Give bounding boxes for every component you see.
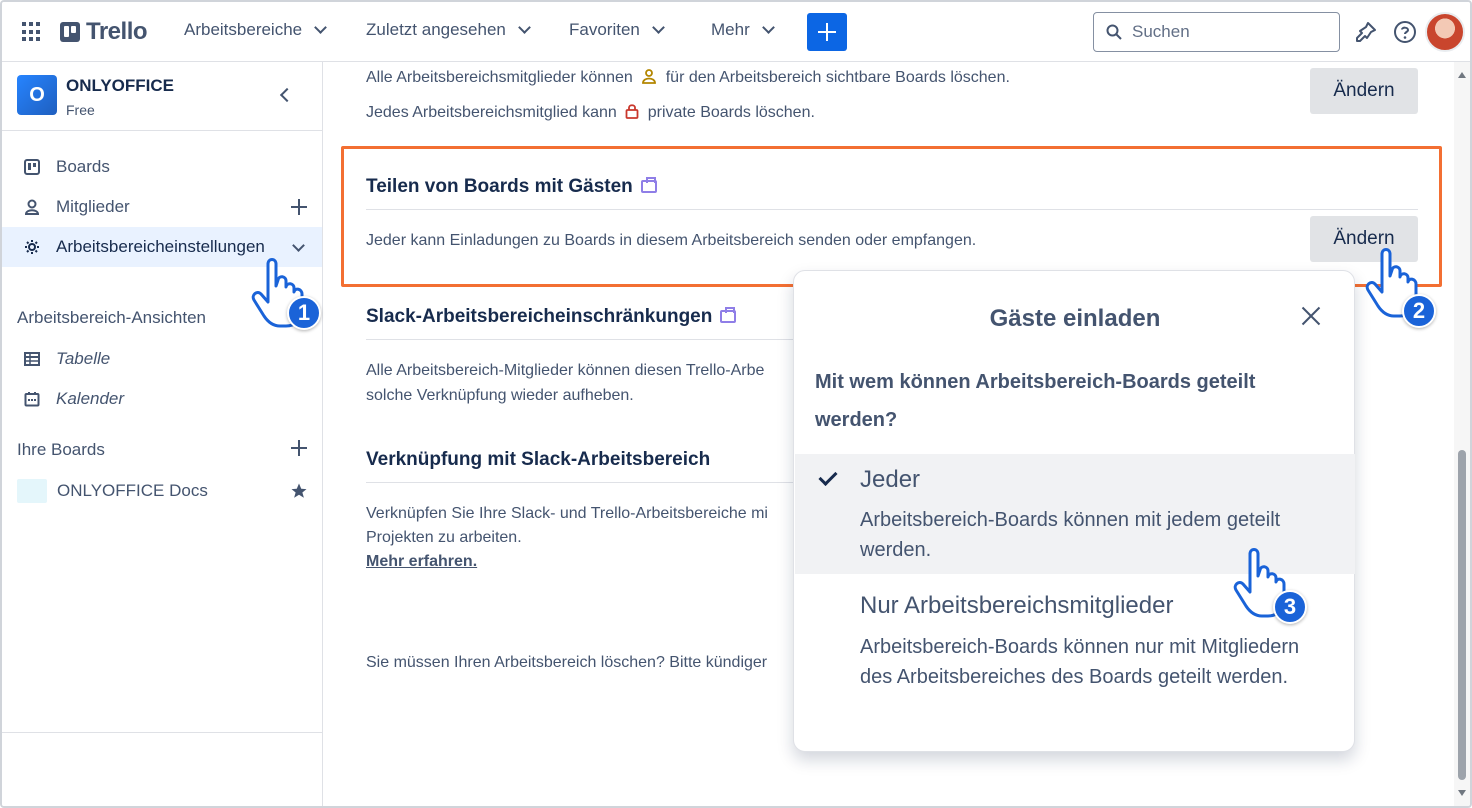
scroll-down-icon[interactable] [1458, 790, 1466, 796]
slack-restrictions-line-2: solche Verknüpfung wieder aufheben. [366, 387, 634, 404]
chevron-down-icon [652, 21, 665, 34]
guest-sharing-title-text: Teilen von Boards mit Gästen [366, 176, 633, 197]
logo-text: Trello [86, 18, 148, 45]
check-icon [818, 466, 838, 487]
nav-favorites-label: Favoriten [569, 20, 640, 39]
step-badge-1: 1 [287, 296, 321, 330]
lock-icon [625, 104, 639, 119]
trello-logo[interactable]: Trello [60, 18, 148, 46]
sidebar-divider [2, 732, 322, 733]
invite-guests-popover: Gäste einladen Mit wem können Arbeitsber… [793, 270, 1355, 752]
star-icon[interactable] [290, 482, 308, 500]
notifications-icon[interactable] [1354, 20, 1378, 44]
sidebar-item-label: Arbeitsbereicheinstellungen [56, 237, 265, 256]
user-avatar[interactable] [1425, 12, 1465, 52]
search-box[interactable] [1093, 12, 1340, 52]
section-divider [366, 209, 1418, 210]
chevron-down-icon [761, 21, 775, 34]
nav-recent-label: Zuletzt angesehen [366, 20, 506, 39]
person-icon [24, 199, 40, 215]
gear-icon [25, 240, 39, 254]
board-label: ONLYOFFICE Docs [57, 481, 208, 500]
add-member-icon[interactable] [291, 199, 307, 215]
workspace-header: O ONLYOFFICE Free [2, 62, 322, 131]
trello-board-icon [60, 22, 80, 42]
top-header: Trello Arbeitsbereiche Zuletzt angesehen… [2, 2, 1470, 62]
popover-question: Mit wem können Arbeitsbereich-Boards get… [815, 371, 1256, 431]
nav-recent[interactable]: Zuletzt angesehen [366, 20, 531, 40]
sidebar-item-label: Tabelle [56, 349, 111, 368]
create-button[interactable] [807, 13, 847, 51]
scroll-up-icon[interactable] [1458, 72, 1466, 78]
scroll-thumb[interactable] [1458, 450, 1466, 780]
nav-more-label: Mehr [711, 20, 750, 39]
sidebar-item-boards[interactable]: Boards [2, 147, 322, 187]
slack-link-line-1: Verknüpfen Sie Ihre Slack- und Trello-Ar… [366, 505, 768, 522]
step-badge-3: 3 [1273, 590, 1307, 624]
sidebar-item-label: Kalender [56, 389, 125, 408]
slack-link-title: Verknüpfung mit Slack-Arbeitsbereich [366, 449, 711, 470]
nav-more[interactable]: Mehr [711, 20, 775, 40]
option-title: Nur Arbeitsbereichsmitglieder [860, 592, 1174, 619]
workspace-name: ONLYOFFICE [66, 76, 174, 95]
section-divider [366, 339, 796, 340]
scrollbar[interactable] [1454, 62, 1470, 806]
option-desc: Arbeitsbereich-Boards können nur mit Mit… [860, 636, 1300, 688]
sidebar-board-item[interactable]: ONLYOFFICE Docs [2, 471, 322, 511]
sidebar-item-members[interactable]: Mitglieder [2, 187, 322, 227]
chevron-down-icon[interactable] [292, 239, 305, 252]
calendar-icon [24, 392, 40, 407]
deletion-line1-pre: Alle Arbeitsbereichsmitglieder können [366, 69, 633, 86]
popover-title: Gäste einladen [989, 305, 1161, 332]
search-input[interactable] [1132, 22, 1322, 42]
board-thumbnail [17, 479, 47, 503]
views-heading: Arbeitsbereich-Ansichten [17, 308, 206, 327]
board-icon [24, 159, 40, 175]
guest-sharing-desc: Jeder kann Einladungen zu Boards in dies… [366, 232, 977, 249]
nav-workspaces-label: Arbeitsbereiche [184, 20, 303, 39]
slack-restrictions-line-1: Alle Arbeitsbereich-Mitglieder können di… [366, 362, 765, 379]
nav-favorites[interactable]: Favoriten [569, 20, 665, 40]
deletion-rule-line-1: Alle Arbeitsbereichsmitglieder können fü… [366, 66, 1010, 90]
app-window: Trello Arbeitsbereiche Zuletzt angesehen… [0, 0, 1472, 808]
search-icon [1106, 24, 1122, 40]
enterprise-icon [640, 177, 657, 194]
workspace-logo: O [17, 75, 57, 115]
deletion-line1-post: für den Arbeitsbereich sichtbare Boards … [665, 69, 1010, 86]
slack-restrictions-title-text: Slack-Arbeitsbereicheinschränkungen [366, 306, 713, 327]
option-title: Jeder [860, 466, 921, 493]
collapse-sidebar-icon[interactable] [279, 87, 295, 103]
chevron-down-icon [314, 21, 327, 34]
people-icon [642, 69, 657, 84]
sidebar-item-table[interactable]: Tabelle [2, 339, 322, 379]
add-board-icon[interactable] [291, 440, 307, 456]
change-deletion-button[interactable]: Ändern [1310, 68, 1418, 114]
table-icon [24, 352, 40, 366]
chevron-down-icon [518, 21, 531, 34]
deletion-rule-line-2: Jedes Arbeitsbereichsmitglied kann priva… [366, 101, 815, 125]
highlight-frame [341, 146, 1442, 287]
guest-sharing-title: Teilen von Boards mit Gästen [366, 176, 657, 198]
section-divider [366, 482, 796, 483]
enterprise-icon [720, 307, 737, 324]
nav-workspaces[interactable]: Arbeitsbereiche [184, 20, 327, 40]
slack-restrictions-title: Slack-Arbeitsbereicheinschränkungen [366, 306, 737, 328]
delete-workspace-text: Sie müssen Ihren Arbeitsbereich löschen?… [366, 654, 768, 671]
sidebar-item-label: Mitglieder [56, 197, 130, 216]
slack-link-line-2: Projekten zu arbeiten. [366, 529, 522, 546]
help-icon[interactable] [1393, 20, 1417, 44]
sidebar-item-calendar[interactable]: Kalender [2, 379, 322, 419]
deletion-line2-pre: Jedes Arbeitsbereichsmitglied kann [366, 104, 617, 121]
deletion-line2-post: private Boards löschen. [647, 104, 815, 121]
close-icon[interactable] [1300, 305, 1322, 327]
sidebar: O ONLYOFFICE Free Boards Mitglieder Arbe… [2, 62, 323, 806]
sidebar-item-label: Boards [56, 157, 110, 176]
step-badge-2: 2 [1402, 294, 1436, 328]
workspace-plan: Free [66, 102, 95, 118]
learn-more-link[interactable]: Mehr erfahren. [366, 553, 477, 571]
app-switcher-icon[interactable] [22, 22, 42, 42]
boards-heading: Ihre Boards [17, 440, 105, 459]
